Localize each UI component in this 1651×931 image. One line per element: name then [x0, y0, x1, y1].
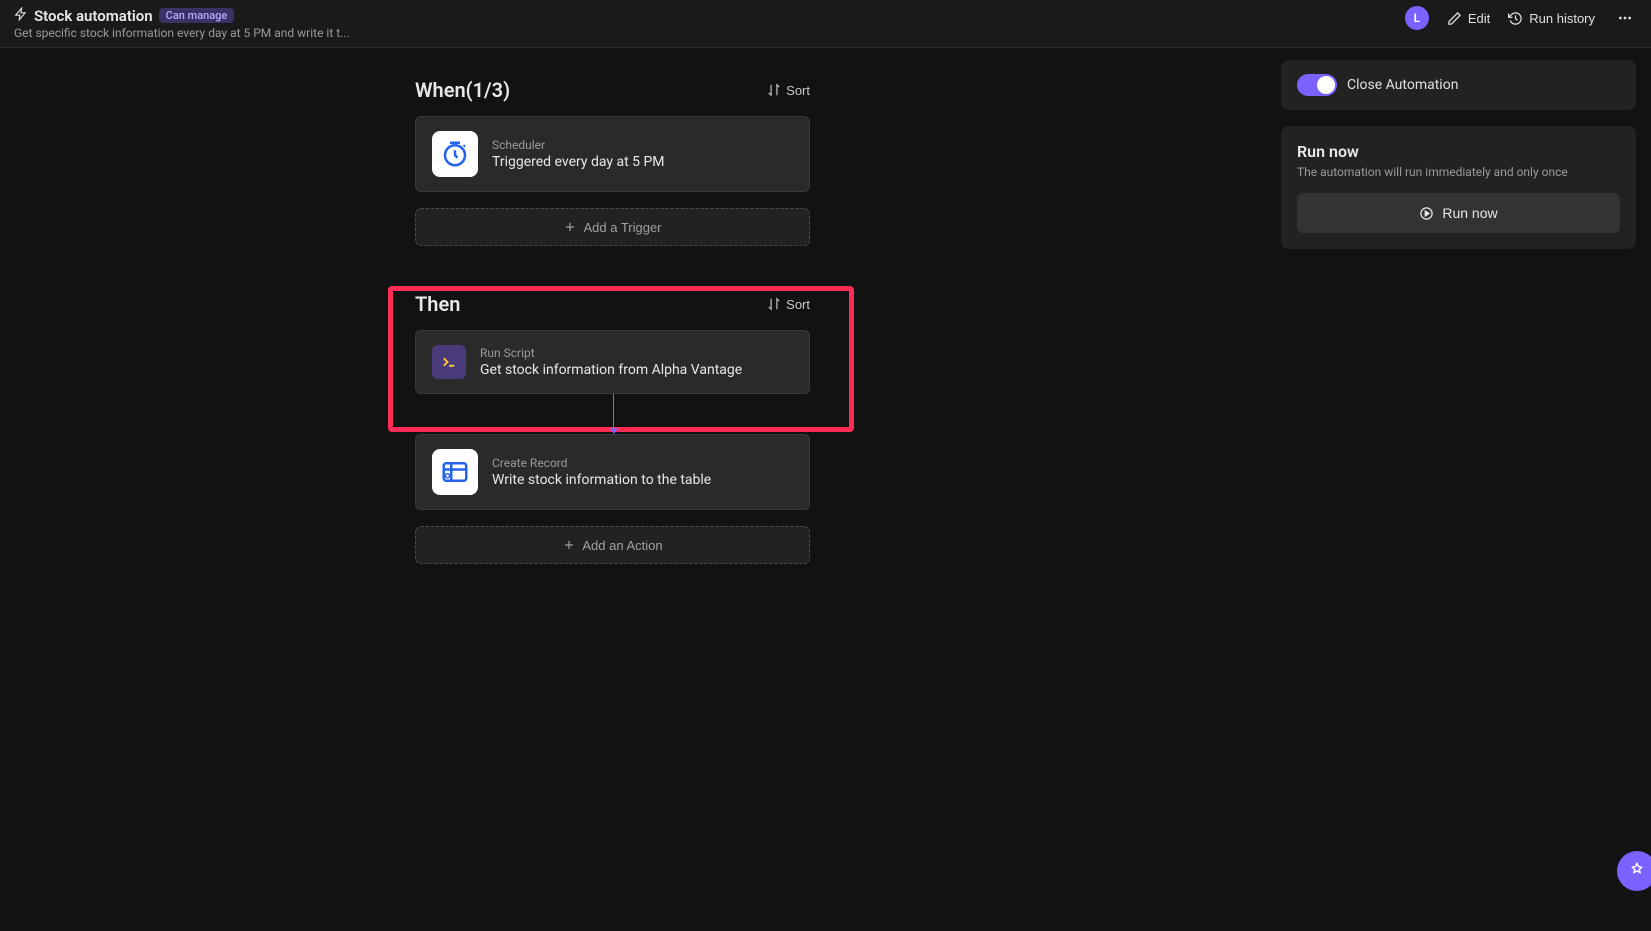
add-trigger-label: Add a Trigger — [583, 220, 661, 235]
help-fab[interactable] — [1617, 851, 1651, 891]
run-history-button[interactable]: Run history — [1508, 11, 1595, 26]
then-title: Then — [415, 292, 460, 316]
action1-desc: Get stock information from Alpha Vantage — [480, 362, 742, 378]
then-sort-label: Sort — [786, 297, 810, 312]
header-right: L Edit Run history — [1405, 6, 1637, 30]
automation-title: Stock automation — [34, 7, 153, 25]
permission-badge: Can manage — [159, 8, 235, 23]
then-header: Then Sort — [415, 286, 810, 316]
toggle-knob — [1317, 76, 1335, 94]
when-header: When(1/3) Sort — [415, 78, 810, 102]
connector-line — [613, 394, 614, 430]
trigger-desc: Triggered every day at 5 PM — [492, 154, 665, 170]
then-block: Then Sort Run Script Get stock informati… — [415, 286, 810, 564]
automation-subtitle: Get specific stock information every day… — [14, 26, 350, 40]
add-action-button[interactable]: Add an Action — [415, 526, 810, 564]
right-panel: Close Automation Run now The automation … — [1281, 60, 1636, 249]
close-automation-toggle[interactable] — [1297, 74, 1337, 96]
run-now-button-label: Run now — [1442, 205, 1497, 221]
when-sort-label: Sort — [786, 83, 810, 98]
close-automation-label: Close Automation — [1347, 77, 1458, 93]
run-now-subtitle: The automation will run immediately and … — [1297, 165, 1620, 179]
avatar[interactable]: L — [1405, 6, 1429, 30]
flow-column: When(1/3) Sort Scheduler Triggered every… — [415, 78, 810, 564]
when-sort-button[interactable]: Sort — [767, 83, 810, 98]
title-row: Stock automation Can manage — [14, 6, 350, 25]
body: When(1/3) Sort Scheduler Triggered every… — [0, 48, 1651, 931]
close-automation-card: Close Automation — [1281, 60, 1636, 110]
action-create-record-card[interactable]: Create Record Write stock information to… — [415, 434, 810, 510]
header-left: Stock automation Can manage Get specific… — [14, 6, 350, 40]
action2-type: Create Record — [492, 456, 711, 470]
run-now-card: Run now The automation will run immediat… — [1281, 126, 1636, 249]
edit-button[interactable]: Edit — [1447, 11, 1490, 26]
script-icon — [432, 345, 466, 379]
action2-text: Create Record Write stock information to… — [492, 456, 711, 488]
trigger-text: Scheduler Triggered every day at 5 PM — [492, 138, 665, 170]
run-now-title: Run now — [1297, 142, 1620, 161]
trigger-type: Scheduler — [492, 138, 665, 152]
action1-type: Run Script — [480, 346, 742, 360]
more-menu-button[interactable] — [1613, 10, 1637, 26]
bolt-icon — [14, 6, 28, 25]
scheduler-icon — [432, 131, 478, 177]
connector-wrap — [415, 394, 810, 434]
close-toggle-row: Close Automation — [1297, 74, 1620, 96]
action1-text: Run Script Get stock information from Al… — [480, 346, 742, 378]
edit-label: Edit — [1468, 11, 1490, 26]
run-now-button[interactable]: Run now — [1297, 193, 1620, 233]
add-trigger-button[interactable]: Add a Trigger — [415, 208, 810, 246]
action-run-script-card[interactable]: Run Script Get stock information from Al… — [415, 330, 810, 394]
then-sort-button[interactable]: Sort — [767, 297, 810, 312]
create-record-icon — [432, 449, 478, 495]
action2-desc: Write stock information to the table — [492, 472, 711, 488]
add-action-label: Add an Action — [582, 538, 662, 553]
when-title: When(1/3) — [415, 78, 510, 102]
trigger-scheduler-card[interactable]: Scheduler Triggered every day at 5 PM — [415, 116, 810, 192]
header: Stock automation Can manage Get specific… — [0, 0, 1651, 48]
run-history-label: Run history — [1529, 11, 1595, 26]
